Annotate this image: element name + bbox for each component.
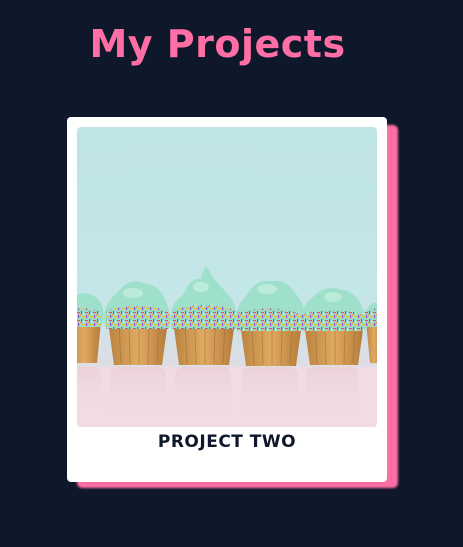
project-card[interactable]: PROJECT TWO <box>67 117 387 482</box>
project-caption: PROJECT TWO <box>157 432 297 452</box>
page-title: My Projects <box>89 22 346 66</box>
project-image[interactable] <box>77 127 377 427</box>
